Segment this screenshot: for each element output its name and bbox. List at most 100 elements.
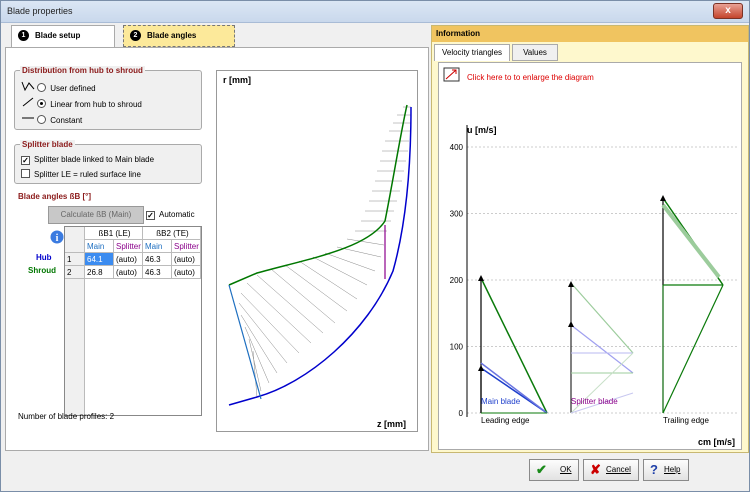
- annotation: Splitter blade: [571, 397, 618, 406]
- velocity-vector: [570, 324, 634, 374]
- row-number: 2: [65, 266, 85, 279]
- profiles-count: Number of blade profiles: 2: [18, 412, 115, 421]
- col-group-le: ßB1 (LE): [85, 227, 143, 240]
- arrowhead: [568, 281, 574, 287]
- option-label: Splitter LE = ruled surface line: [34, 170, 141, 179]
- radio-constant[interactable]: [37, 115, 47, 124]
- blade-properties-window: Blade properties x 1 Blade setup 2 Blade a…: [0, 0, 750, 492]
- checkbox-automatic[interactable]: ✓: [146, 211, 155, 220]
- y-tick-label: 200: [450, 276, 464, 285]
- checkbox-splitter-linked[interactable]: ✓: [21, 156, 30, 165]
- group-title: Distribution from hub to shroud: [20, 66, 145, 75]
- y-tick-label: 100: [450, 343, 464, 352]
- tab-number: 2: [130, 30, 141, 41]
- group-title: Blade angles ßB [°]: [16, 192, 93, 201]
- tab-blade-setup[interactable]: 1 Blade setup: [11, 25, 115, 47]
- y-tick-label: 300: [450, 210, 464, 219]
- col-splitter-le: Splitter: [114, 240, 143, 253]
- cell-hub-te-splitter[interactable]: (auto): [172, 253, 201, 266]
- automatic-option[interactable]: ✓ Automatic: [146, 210, 195, 220]
- help-icon: ?: [650, 462, 658, 477]
- cell-shroud-le-main[interactable]: 26.8: [85, 266, 114, 279]
- table-corner: [65, 227, 85, 253]
- option-label: Linear from hub to shroud: [50, 100, 142, 109]
- calculate-button[interactable]: Calculate ßB (Main): [48, 206, 144, 224]
- velocity-vector: [480, 277, 548, 414]
- main-tabs: 1 Blade setup 2 Blade angles: [5, 25, 429, 47]
- cell-hub-le-splitter[interactable]: (auto): [114, 253, 143, 266]
- arrowhead: [568, 321, 574, 327]
- distribution-constant[interactable]: Constant: [21, 113, 82, 125]
- cancel-label: Cancel: [606, 465, 631, 474]
- velocity-vector: [570, 282, 634, 354]
- distribution-linear[interactable]: Linear from hub to shroud: [21, 97, 142, 109]
- tab-label: Blade setup: [35, 31, 81, 40]
- cell-shroud-te-main[interactable]: 46.3: [143, 266, 172, 279]
- blade-angles-table: ßB1 (LE) ßB2 (TE) Main Splitter Main Spl…: [64, 226, 202, 416]
- row-header-strip: [65, 279, 85, 415]
- option-label: User defined: [50, 84, 96, 93]
- row-label-shroud: Shroud: [28, 266, 56, 275]
- cancel-button[interactable]: ✘ Cancel: [583, 459, 639, 481]
- y-axis-label: u [m/s]: [467, 125, 497, 135]
- col-main-le: Main: [85, 240, 114, 253]
- radio-user-defined[interactable]: [37, 83, 47, 92]
- col-group-te: ßB2 (TE): [143, 227, 201, 240]
- col-splitter-te: Splitter: [172, 240, 201, 253]
- meridional-drawing: [228, 104, 412, 406]
- tab-blade-angles[interactable]: 2 Blade angles: [123, 25, 235, 47]
- info-icon[interactable]: i: [50, 230, 64, 244]
- cell-hub-le-main[interactable]: 64.1: [85, 253, 114, 266]
- cell-shroud-le-splitter[interactable]: (auto): [114, 266, 143, 279]
- option-label: Constant: [50, 116, 83, 125]
- distribution-group: Distribution from hub to shroud User def…: [14, 66, 202, 130]
- tab-velocity-triangles[interactable]: Velocity triangles: [434, 44, 510, 61]
- checkmark-icon: ✔: [536, 462, 547, 477]
- col-main-te: Main: [143, 240, 172, 253]
- checkbox-splitter-le[interactable]: [21, 169, 30, 178]
- tab-values[interactable]: Values: [512, 44, 558, 61]
- title-bar: Blade properties x: [1, 1, 749, 23]
- radio-linear[interactable]: [37, 99, 47, 108]
- row-number: 1: [65, 253, 85, 266]
- tab-number: 1: [18, 30, 29, 41]
- close-button[interactable]: x: [713, 3, 743, 19]
- help-button[interactable]: ? Help: [643, 459, 689, 481]
- option-label: Splitter blade linked to Main blade: [34, 155, 155, 164]
- annotation: Leading edge: [481, 416, 530, 425]
- velocity-triangles-plot: Click here to to enlarge the diagram 0 10…: [438, 62, 742, 450]
- splitter-linked-option[interactable]: ✓ Splitter blade linked to Main blade: [21, 155, 154, 165]
- cross-icon: ✘: [590, 462, 601, 477]
- splitter-group: Splitter blade ✓ Splitter blade linked to…: [14, 140, 202, 184]
- x-axis-label: cm [m/s]: [698, 437, 735, 447]
- group-title: Splitter blade: [20, 140, 75, 149]
- option-label: Automatic: [159, 210, 195, 219]
- annotation: Main blade: [481, 397, 521, 406]
- meridional-plot: r [mm] z [mm]: [216, 70, 418, 432]
- distribution-user-defined[interactable]: User defined: [21, 81, 96, 93]
- splitter-le-option[interactable]: Splitter LE = ruled surface line: [21, 169, 141, 179]
- linear-icon: [22, 97, 34, 107]
- cell-shroud-te-splitter[interactable]: (auto): [172, 266, 201, 279]
- row-label-hub: Hub: [36, 253, 52, 262]
- annotation: Trailing edge: [663, 416, 710, 425]
- arrowhead: [478, 365, 484, 371]
- blade-setup-panel: Distribution from hub to shroud User def…: [5, 47, 429, 451]
- svg-text:i: i: [56, 233, 59, 244]
- cell-hub-te-main[interactable]: 46.3: [143, 253, 172, 266]
- velocity-chart: 0 100 200 300 400u [m/s] cm [m/s] Main blade Le…: [450, 125, 737, 447]
- ok-label: OK: [560, 465, 572, 474]
- leading-edge-line: [228, 284, 262, 400]
- arrowhead: [660, 195, 666, 201]
- help-label: Help: [664, 465, 681, 474]
- tab-label: Blade angles: [147, 31, 197, 40]
- y-tick-label: 400: [450, 143, 464, 152]
- y-tick-label: 0: [459, 409, 464, 418]
- constant-icon: [22, 117, 34, 119]
- information-header: Information: [432, 26, 748, 42]
- shroud-line: [228, 104, 408, 286]
- ok-button[interactable]: ✔ OK: [529, 459, 579, 481]
- velocity-vector: [661, 203, 721, 279]
- arrowhead: [478, 275, 484, 281]
- window-title: Blade properties: [7, 6, 73, 16]
